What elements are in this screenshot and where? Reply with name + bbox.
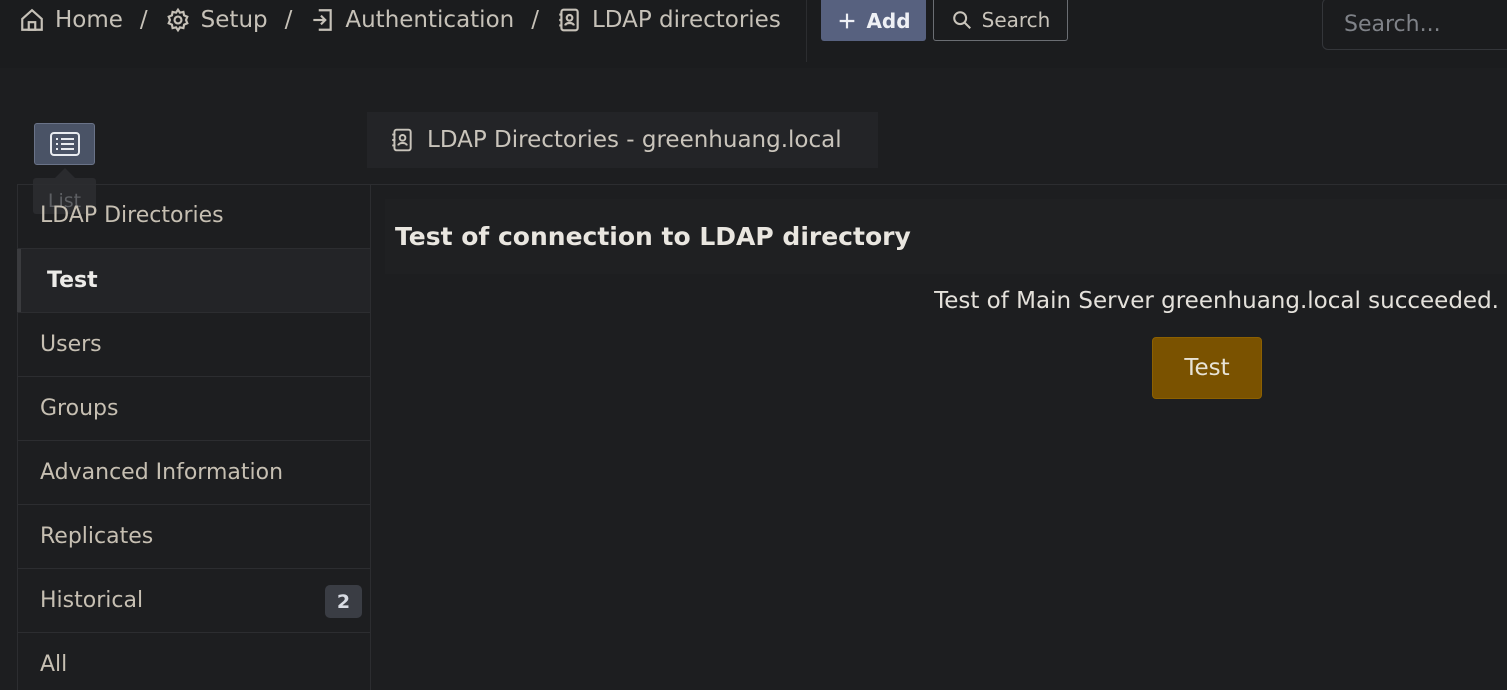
page-title: LDAP Directories - greenhuang.local: [427, 127, 842, 153]
home-icon: [21, 8, 43, 31]
breadcrumb-ldap[interactable]: LDAP directories: [556, 7, 781, 33]
gear-icon: [166, 7, 189, 33]
breadcrumb-authentication[interactable]: Authentication: [309, 7, 514, 33]
breadcrumb-separator: /: [531, 7, 539, 33]
add-button[interactable]: Add: [821, 0, 926, 41]
breadcrumb-ldap-label: LDAP directories: [591, 7, 781, 33]
sidebar-item-groups[interactable]: Groups: [18, 377, 370, 441]
test-button[interactable]: Test: [1152, 337, 1262, 399]
sidebar-item-users[interactable]: Users: [18, 313, 370, 377]
top-bar: Home / Setup / Authentication / LDAP dir…: [0, 0, 1507, 68]
sidebar-item-label: Groups: [40, 396, 119, 421]
sidebar-item-label: Test: [47, 268, 98, 293]
search-input[interactable]: [1322, 0, 1507, 50]
sidebar-item-replicates[interactable]: Replicates: [18, 505, 370, 569]
breadcrumb-authentication-label: Authentication: [345, 7, 515, 33]
list-view-toggle[interactable]: [34, 123, 95, 165]
address-book-icon: [392, 128, 412, 152]
result-message: Test of Main Server greenhuang.local suc…: [934, 288, 1499, 314]
search-button[interactable]: Search: [933, 0, 1068, 41]
breadcrumb: Home / Setup / Authentication / LDAP dir…: [19, 0, 781, 40]
sidebar-item-advanced-information[interactable]: Advanced Information: [18, 441, 370, 505]
toolbar-divider: [806, 0, 807, 62]
breadcrumb-separator: /: [139, 7, 148, 33]
sidebar: LDAP Directories Test Users Groups Advan…: [17, 184, 371, 690]
sidebar-item-test[interactable]: Test: [17, 249, 370, 313]
page-header: LDAP Directories - greenhuang.local: [367, 112, 878, 168]
add-button-label: Add: [866, 8, 911, 33]
list-icon: [49, 132, 80, 156]
sidebar-item-label: LDAP Directories: [40, 203, 224, 228]
sidebar-item-label: Advanced Information: [40, 460, 284, 485]
sidebar-item-all[interactable]: All: [18, 633, 370, 690]
section-title: Test of connection to LDAP directory: [385, 199, 1507, 274]
plus-icon: [840, 13, 855, 28]
sidebar-item-ldap-directories[interactable]: LDAP Directories: [18, 185, 370, 249]
breadcrumb-setup-label: Setup: [200, 7, 268, 33]
sidebar-item-label: Users: [40, 332, 102, 357]
breadcrumb-home[interactable]: Home: [19, 7, 123, 33]
sign-in-icon: [313, 9, 333, 31]
sidebar-item-historical[interactable]: Historical 2: [18, 569, 370, 633]
address-book-icon: [559, 8, 579, 32]
breadcrumb-separator: /: [284, 7, 293, 33]
breadcrumb-home-label: Home: [55, 7, 123, 33]
count-badge: 2: [325, 585, 362, 618]
breadcrumb-setup[interactable]: Setup: [165, 7, 268, 33]
sidebar-item-label: Historical: [40, 588, 144, 613]
search-icon: [952, 11, 971, 29]
sidebar-item-label: All: [40, 652, 68, 677]
main-panel: Test of connection to LDAP directory Tes…: [371, 184, 1507, 690]
sidebar-item-label: Replicates: [40, 524, 154, 549]
search-button-label: Search: [981, 8, 1051, 32]
